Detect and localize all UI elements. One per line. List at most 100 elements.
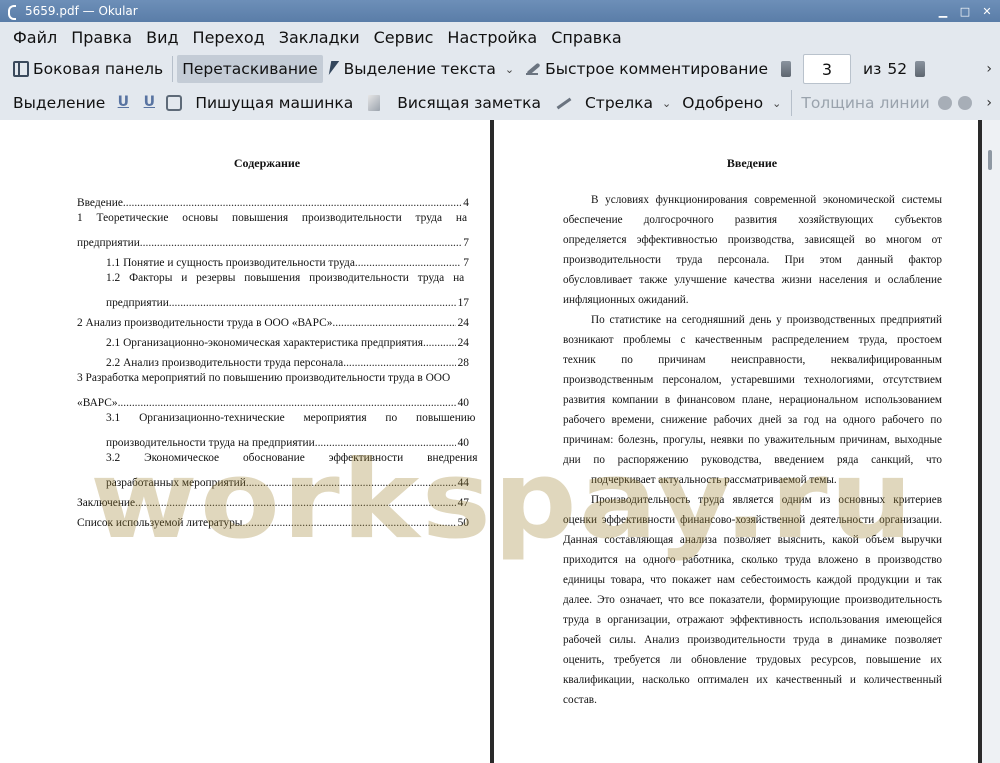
toolbar-separator <box>172 56 174 82</box>
maximize-button[interactable]: □ <box>956 3 974 19</box>
toc-entry-text[interactable]: 1 Теоретические основы повышения произво… <box>77 212 469 224</box>
page-of-label: из <box>863 60 882 78</box>
menu-go[interactable]: Переход <box>186 28 272 47</box>
toc-entry[interactable]: Список используемой литературы50 <box>77 512 469 529</box>
sidebar-toggle-label: Боковая панель <box>33 60 164 78</box>
minimize-button[interactable]: ▁ <box>934 3 952 19</box>
paragraph-line: производительности труда персонала. При … <box>563 254 942 266</box>
paragraph-line: квалификации, насколько оптимален их кач… <box>563 674 942 686</box>
main-toolbar: Боковая панель Перетаскивание Выделение … <box>0 52 1000 86</box>
okular-window: 5659.pdf — Okular ▁ □ ✕ Файл Правка Вид … <box>0 0 1000 763</box>
text-select-button[interactable]: Выделение текста <box>323 55 501 83</box>
paragraph-line: Данная составляющая анализа позволяет вы… <box>563 534 942 546</box>
toc-entry[interactable]: предприятии7 <box>77 232 469 249</box>
paragraph-line: состав. <box>563 694 597 706</box>
previous-page-icon[interactable] <box>781 61 791 77</box>
text-select-label: Выделение текста <box>343 60 496 78</box>
toc-entry[interactable]: 2 Анализ производительности труда в ООО … <box>77 312 469 329</box>
sticky-note-label: Висящая заметка <box>397 94 541 112</box>
menu-bookmarks[interactable]: Закладки <box>272 28 367 47</box>
toc-entry-text[interactable]: 3.1 Организационно-технические мероприят… <box>106 412 475 424</box>
paragraph-line: развития компании в финансовом плане, не… <box>563 394 942 406</box>
paragraph-line: труда в организации, отражают эффективно… <box>563 614 942 626</box>
toc-entry[interactable]: Заключение47 <box>77 492 469 509</box>
toc-entry[interactable]: Введение4 <box>77 192 469 209</box>
page-number-input[interactable]: 3 <box>803 54 851 84</box>
toolbar-overflow-icon[interactable]: › <box>986 61 992 77</box>
note-icon <box>368 95 381 111</box>
vertical-scrollbar[interactable] <box>982 120 1000 763</box>
toc-entry[interactable]: предприятии17 <box>106 292 469 309</box>
stamp-icon[interactable] <box>166 95 183 111</box>
menu-file[interactable]: Файл <box>6 28 64 47</box>
quick-annotation-button[interactable]: Быстрое комментирование <box>520 55 773 83</box>
intro-title: Введение <box>726 156 778 170</box>
menu-help[interactable]: Справка <box>544 28 629 47</box>
paragraph-line: далее. Это означает, что все показатели,… <box>563 594 942 606</box>
arrow-tool-label: Стрелка <box>584 94 653 112</box>
title-bar: 5659.pdf — Okular ▁ □ ✕ <box>0 0 1000 22</box>
menu-edit[interactable]: Правка <box>64 28 139 47</box>
selection-tool-label: Выделение <box>13 94 106 112</box>
toc-entry[interactable]: производительности труда на предприятии4… <box>106 432 469 449</box>
underline-icon[interactable]: U <box>116 95 130 111</box>
next-page-icon[interactable] <box>915 61 926 77</box>
chevron-down-icon[interactable]: ⌄ <box>662 97 671 110</box>
cursor-icon <box>328 61 340 77</box>
toolbar-separator <box>791 90 793 116</box>
toc-entry[interactable]: 2.1 Организационно-экономическая характе… <box>106 332 469 349</box>
toolbar-overflow-icon[interactable]: › <box>986 95 992 111</box>
menu-settings[interactable]: Настройка <box>440 28 544 47</box>
pen-icon <box>525 61 541 77</box>
paragraph-line: возникают проблемы с качественным распре… <box>563 334 942 346</box>
typewriter-label: Пишущая машинка <box>195 94 354 112</box>
quick-annotation-label: Быстрое комментирование <box>545 60 768 78</box>
paragraph-line: дни по распоряжению руководства, введени… <box>563 454 942 466</box>
sidebar-icon <box>13 61 29 77</box>
annotation-toolbar: Выделение U U Пишущая машинка Висящая за… <box>0 86 1000 120</box>
menu-tools[interactable]: Сервис <box>367 28 441 47</box>
toc-entry[interactable]: 1.1 Понятие и сущность производительност… <box>106 252 469 269</box>
sticky-note-button[interactable]: Висящая заметка <box>392 89 546 117</box>
paragraph-line: обусловливает также улучшение качества ж… <box>563 274 942 286</box>
paragraph-line: причинам: болезнь, прогулы, неявки по ув… <box>563 434 942 446</box>
paragraph-line: оценки эффективности финансово-хозяйстве… <box>563 514 942 526</box>
paragraph-line: По статистике на сегодняшний день у прои… <box>591 314 942 326</box>
paragraph-line: Производительность труда является одним … <box>591 494 942 506</box>
menu-bar: Файл Правка Вид Переход Закладки Сервис … <box>0 22 1000 52</box>
line-width-label: Толщина линии <box>801 94 930 112</box>
typewriter-button[interactable]: Пишущая машинка <box>190 89 358 117</box>
color-icon[interactable] <box>937 96 952 110</box>
toc-entry-text[interactable]: 3 Разработка мероприятий по повышению пр… <box>77 372 469 384</box>
opacity-icon[interactable] <box>957 96 972 110</box>
paragraph-line: определяется эффективностью производства… <box>563 234 942 246</box>
paragraph-line: обеспечение долгосрочного развития хозяй… <box>563 214 942 226</box>
paragraph-line: приходится на одного работника, сколько … <box>563 554 942 566</box>
arrow-tool-icon <box>556 95 572 111</box>
stamp-select-button[interactable]: Одобрено <box>677 89 768 117</box>
squiggle-icon[interactable]: U <box>142 95 156 111</box>
toc-entry-text[interactable]: 1.2 Факторы и резервы повышения производ… <box>106 272 469 284</box>
stamp-select-label: Одобрено <box>682 94 764 112</box>
chevron-down-icon[interactable]: ⌄ <box>505 63 514 76</box>
paragraph-line: единицы товара, что покажет нам себестои… <box>563 574 942 586</box>
toc-entry-text[interactable]: 3.2 Экономическое обоснование эффективно… <box>106 452 477 464</box>
browse-mode-label: Перетаскивание <box>182 60 318 78</box>
menu-view[interactable]: Вид <box>139 28 185 47</box>
paragraph-line: подчеркивает актуальность рассматриваемо… <box>591 474 837 486</box>
line-width-button[interactable]: Толщина линии <box>796 89 934 117</box>
toc-entry[interactable]: разработанных мероприятий44 <box>106 472 469 489</box>
scrollbar-handle[interactable] <box>988 150 992 170</box>
arrow-tool-button[interactable]: Стрелка <box>580 89 658 117</box>
paragraph-line: производственным персоналом, устаревшими… <box>563 374 942 386</box>
document-viewport[interactable]: Содержание Введение4 1 Теоретические осн… <box>0 120 1000 763</box>
window-title: 5659.pdf — Okular <box>25 4 138 18</box>
page-total: 52 <box>887 60 908 78</box>
close-button[interactable]: ✕ <box>978 3 996 19</box>
sidebar-toggle-button[interactable]: Боковая панель <box>8 55 168 83</box>
toc-entry[interactable]: «ВАРС»40 <box>77 392 469 409</box>
selection-tool-button[interactable]: Выделение <box>8 89 110 117</box>
chevron-down-icon[interactable]: ⌄ <box>772 97 781 110</box>
browse-mode-button[interactable]: Перетаскивание <box>177 55 323 83</box>
toc-entry[interactable]: 2.2 Анализ производительности труда перс… <box>106 352 469 369</box>
